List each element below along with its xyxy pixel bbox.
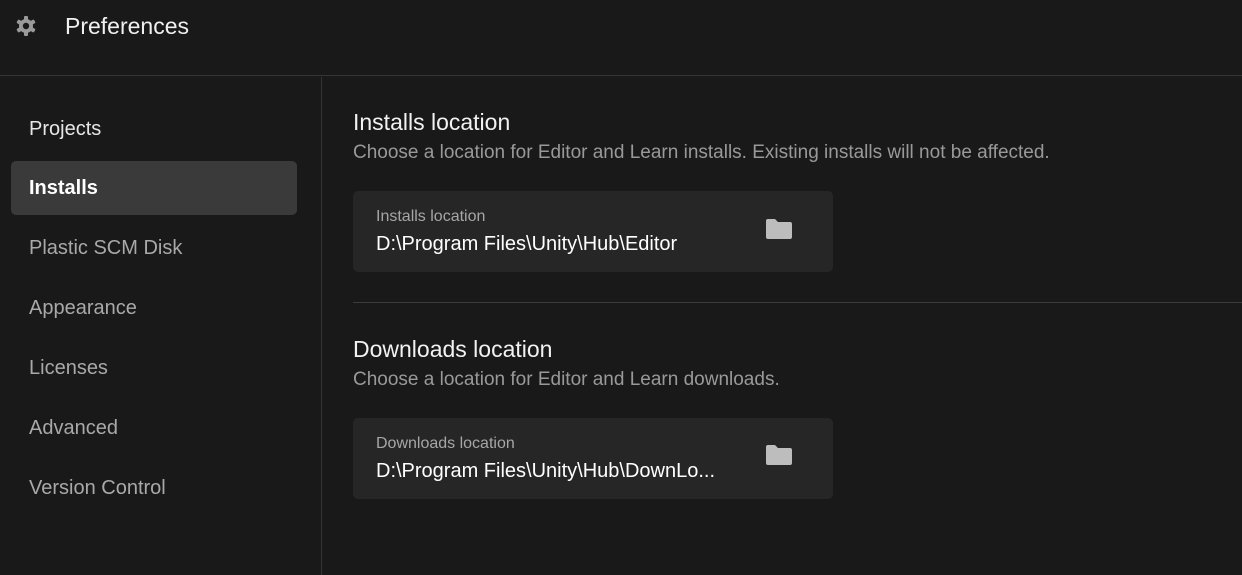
sidebar-item-advanced[interactable]: Advanced bbox=[11, 401, 297, 455]
sidebar-item-plastic-scm-disk[interactable]: Plastic SCM Disk bbox=[11, 221, 297, 275]
downloads-section-title: Downloads location bbox=[353, 336, 553, 362]
downloads-location-field[interactable]: Downloads location D:\Program Files\Unit… bbox=[353, 418, 833, 499]
installs-location-label: Installs location bbox=[376, 208, 486, 225]
sidebar-item-installs[interactable]: Installs bbox=[11, 161, 297, 215]
installs-section-title: Installs location bbox=[353, 109, 511, 135]
downloads-location-label: Downloads location bbox=[376, 435, 515, 452]
sidebar-item-licenses[interactable]: Licenses bbox=[11, 341, 297, 395]
sidebar: Projects Installs Plastic SCM Disk Appea… bbox=[0, 77, 322, 575]
downloads-location-value: D:\Program Files\Unity\Hub\DownLo... bbox=[376, 460, 716, 482]
installs-location-value: D:\Program Files\Unity\Hub\Editor bbox=[376, 233, 678, 255]
page-title: Preferences bbox=[65, 13, 190, 39]
installs-section-description: Choose a location for Editor and Learn i… bbox=[353, 142, 1050, 163]
header: Preferences bbox=[0, 0, 1242, 76]
preferences-window: Preferences Projects Installs Plastic SC… bbox=[0, 0, 1242, 575]
section-divider bbox=[353, 302, 1242, 303]
folder-icon[interactable] bbox=[765, 218, 793, 240]
folder-icon[interactable] bbox=[765, 444, 793, 466]
sidebar-item-version-control[interactable]: Version Control bbox=[11, 461, 297, 515]
gear-icon bbox=[16, 16, 36, 36]
installs-location-field[interactable]: Installs location D:\Program Files\Unity… bbox=[353, 191, 833, 272]
main-content: Installs location Choose a location for … bbox=[323, 77, 1242, 575]
downloads-section-description: Choose a location for Editor and Learn d… bbox=[353, 369, 780, 390]
sidebar-item-projects[interactable]: Projects bbox=[11, 102, 297, 156]
sidebar-item-appearance[interactable]: Appearance bbox=[11, 281, 297, 335]
